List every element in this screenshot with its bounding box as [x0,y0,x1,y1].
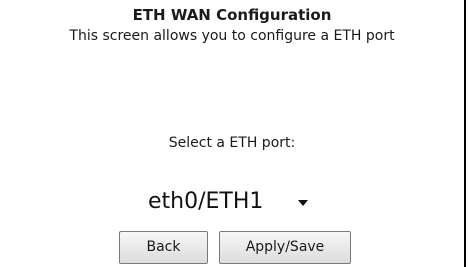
chevron-down-icon [298,200,308,206]
config-panel: ETH WAN Configuration This screen allows… [0,0,466,267]
eth-port-selected-value: eth0/ETH1 [148,189,264,214]
eth-port-select[interactable]: eth0/ETH1 [148,185,316,219]
page-description: This screen allows you to configure a ET… [69,28,395,44]
eth-port-label: Select a ETH port: [168,135,296,151]
back-button[interactable]: Back [119,231,208,264]
apply-save-button[interactable]: Apply/Save [219,231,351,264]
page-title: ETH WAN Configuration [132,6,332,24]
